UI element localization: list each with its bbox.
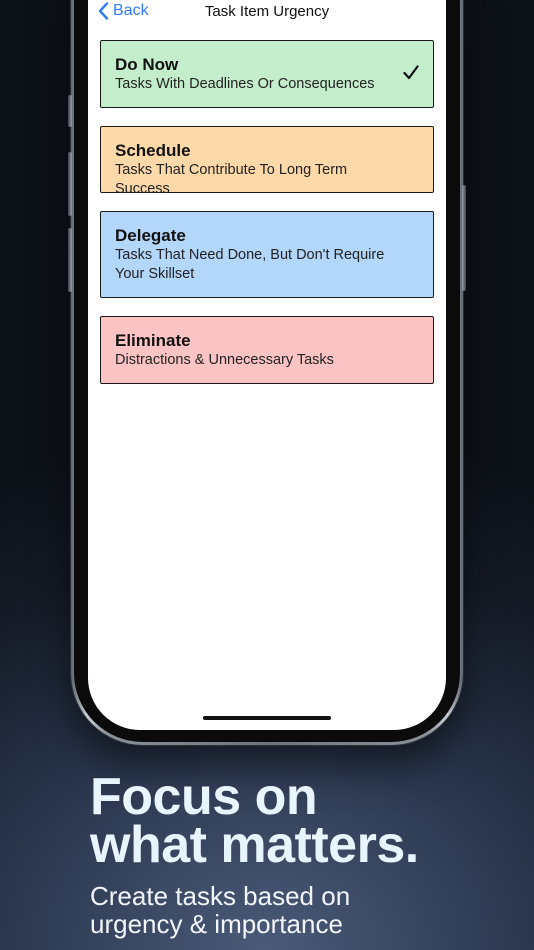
- option-title: Schedule: [115, 141, 191, 160]
- app-screen: Back Task Item Urgency Do Now Tasks With…: [88, 0, 446, 730]
- option-description: Tasks With Deadlines Or Consequences: [115, 76, 375, 92]
- power-button: [462, 185, 466, 291]
- subhead-line: Create tasks based on: [90, 881, 351, 911]
- home-indicator[interactable]: [203, 716, 331, 720]
- option-do-now[interactable]: Do Now Tasks With Deadlines Or Consequen…: [100, 40, 434, 108]
- headline-line: Focus on: [90, 768, 318, 826]
- subhead-line: urgency & importance: [90, 909, 343, 939]
- option-description: Tasks That Need Done, But Don't Require …: [115, 247, 385, 282]
- option-description: Tasks That Contribute To Long Term Succe…: [115, 162, 348, 197]
- urgency-options-list: Do Now Tasks With Deadlines Or Consequen…: [100, 40, 434, 402]
- volume-down-button: [68, 228, 72, 292]
- marketing-subhead: Create tasks based on urgency & importan…: [90, 882, 510, 938]
- phone-frame: Back Task Item Urgency Do Now Tasks With…: [68, 0, 466, 745]
- page-title: Task Item Urgency: [204, 3, 330, 20]
- silent-switch: [68, 95, 72, 127]
- headline-line: what matters.: [90, 816, 419, 874]
- option-schedule[interactable]: Schedule Tasks That Contribute To Long T…: [100, 126, 434, 197]
- option-title: Do Now: [115, 55, 179, 74]
- checkmark-icon: [403, 65, 419, 80]
- option-title: Delegate: [115, 226, 186, 245]
- option-delegate[interactable]: Delegate Tasks That Need Done, But Don't…: [100, 211, 434, 298]
- option-description: Distractions & Unnecessary Tasks: [115, 352, 334, 368]
- option-eliminate[interactable]: Eliminate Distractions & Unnecessary Tas…: [100, 316, 434, 384]
- marketing-headline: Focus on what matters.: [90, 768, 530, 874]
- volume-up-button: [68, 152, 72, 216]
- navigation-bar: Back Task Item Urgency: [88, 0, 446, 26]
- option-title: Eliminate: [115, 331, 191, 350]
